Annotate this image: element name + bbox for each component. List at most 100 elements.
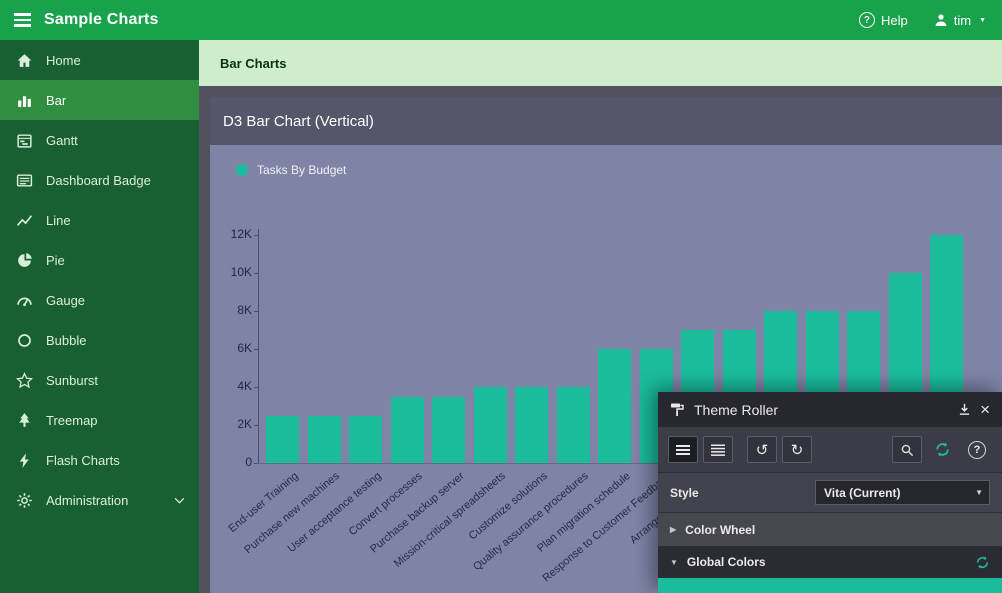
style-label: Style xyxy=(670,486,699,500)
question-icon: ? xyxy=(968,441,986,459)
section-expanded-caret-icon: ▼ xyxy=(670,558,678,567)
style-dropdown-value: Vita (Current) xyxy=(824,486,900,500)
bar[interactable] xyxy=(515,387,548,463)
sidebar-item-treemap[interactable]: Treemap xyxy=(0,400,199,440)
sidebar-item-dashboard-badge[interactable]: Dashboard Badge xyxy=(0,160,199,200)
y-tick-mark xyxy=(254,349,258,350)
home-icon xyxy=(16,52,33,69)
bar[interactable] xyxy=(308,416,341,464)
close-icon[interactable]: × xyxy=(980,401,990,418)
y-tick-mark xyxy=(254,387,258,388)
paint-roller-icon xyxy=(670,402,685,417)
sidebar-item-label: Gantt xyxy=(46,133,78,148)
theme-roller-title: Theme Roller xyxy=(694,402,778,418)
sidebar-item-flash-charts[interactable]: Flash Charts xyxy=(0,440,199,480)
bar-chart-icon xyxy=(16,92,33,109)
sidebar-item-pie[interactable]: Pie xyxy=(0,240,199,280)
page-header: Bar Charts xyxy=(199,40,1002,86)
style-row: Style Vita (Current) ▼ xyxy=(658,473,1002,513)
help-label: Help xyxy=(881,13,908,28)
sidebar-item-gantt[interactable]: Gantt xyxy=(0,120,199,160)
bar[interactable] xyxy=(432,397,465,464)
dropdown-caret-icon: ▼ xyxy=(975,488,983,497)
theme-roller-header[interactable]: Theme Roller × xyxy=(658,392,1002,427)
redo-button[interactable]: ↻ xyxy=(782,436,812,463)
y-axis-label: 10K xyxy=(210,265,252,279)
theme-roller-toolbar: ↺ ↻ ? xyxy=(658,427,1002,473)
sidebar-item-label: Treemap xyxy=(46,413,98,428)
topbar: Sample Charts ? Help tim ▼ xyxy=(0,0,1002,40)
sync-icon xyxy=(934,441,951,458)
chart-legend[interactable]: Tasks By Budget xyxy=(236,163,346,177)
y-tick-mark xyxy=(254,425,258,426)
bar[interactable] xyxy=(557,387,590,463)
gantt-icon xyxy=(16,132,33,149)
sidebar: Home Bar Gantt Dashboard Badge Line Pie … xyxy=(0,40,199,593)
refresh-icon[interactable] xyxy=(975,555,990,570)
legend-label: Tasks By Budget xyxy=(257,163,346,177)
undo-icon: ↺ xyxy=(756,441,769,459)
y-tick-mark xyxy=(254,273,258,274)
line-chart-icon xyxy=(16,212,33,229)
sync-button[interactable] xyxy=(927,436,957,463)
sidebar-item-administration[interactable]: Administration xyxy=(0,480,199,520)
sidebar-item-bar[interactable]: Bar xyxy=(0,80,199,120)
theme-roller-panel: Theme Roller × ↺ ↻ ? Style Vit xyxy=(658,392,1002,593)
theme-help-button[interactable]: ? xyxy=(962,436,992,463)
sidebar-item-line[interactable]: Line xyxy=(0,200,199,240)
sidebar-item-gauge[interactable]: Gauge xyxy=(0,280,199,320)
section-label: Global Colors xyxy=(687,555,766,569)
section-label: Color Wheel xyxy=(685,523,755,537)
x-axis-label: End-user Training xyxy=(226,470,300,535)
y-tick-mark xyxy=(254,463,258,464)
sidebar-item-bubble[interactable]: Bubble xyxy=(0,320,199,360)
treemap-icon xyxy=(16,412,33,429)
global-color-swatch[interactable] xyxy=(658,578,1002,593)
section-color-wheel[interactable]: ▶ Color Wheel xyxy=(658,513,1002,547)
sidebar-item-label: Bar xyxy=(46,93,66,108)
y-axis-label: 4K xyxy=(210,379,252,393)
search-icon xyxy=(900,443,914,457)
user-icon xyxy=(934,13,948,27)
section-global-colors[interactable]: ▼ Global Colors xyxy=(658,547,1002,578)
bar[interactable] xyxy=(349,416,382,464)
sidebar-item-label: Dashboard Badge xyxy=(46,173,151,188)
bar[interactable] xyxy=(598,349,631,463)
y-axis-label: 12K xyxy=(210,227,252,241)
y-axis-label: 6K xyxy=(210,341,252,355)
administration-icon xyxy=(16,492,33,509)
help-button[interactable]: ? Help xyxy=(859,12,908,28)
gauge-icon xyxy=(16,292,33,309)
sidebar-item-sunburst[interactable]: Sunburst xyxy=(0,360,199,400)
help-icon: ? xyxy=(859,12,875,28)
bar[interactable] xyxy=(266,416,299,464)
search-button[interactable] xyxy=(892,436,922,463)
list-detailed-button[interactable] xyxy=(703,436,733,463)
caret-down-icon: ▼ xyxy=(979,17,986,24)
sidebar-item-label: Bubble xyxy=(46,333,86,348)
y-axis-label: 0 xyxy=(210,455,252,469)
page-title: Bar Charts xyxy=(220,56,286,71)
style-dropdown[interactable]: Vita (Current) ▼ xyxy=(815,480,990,505)
app-title: Sample Charts xyxy=(44,11,159,29)
user-name: tim xyxy=(954,13,971,28)
sidebar-item-label: Gauge xyxy=(46,293,85,308)
undo-button[interactable]: ↺ xyxy=(747,436,777,463)
dashboard-badge-icon xyxy=(16,172,33,189)
flash-charts-icon xyxy=(16,452,33,469)
y-axis-line xyxy=(258,229,259,463)
y-axis-label: 8K xyxy=(210,303,252,317)
user-menu[interactable]: tim ▼ xyxy=(934,13,986,28)
sunburst-icon xyxy=(16,372,33,389)
x-axis-label: Convert processes xyxy=(347,470,425,538)
download-icon[interactable] xyxy=(958,403,971,416)
y-axis-label: 2K xyxy=(210,417,252,431)
sidebar-item-label: Flash Charts xyxy=(46,453,120,468)
chart-panel-header: D3 Bar Chart (Vertical) xyxy=(210,97,1002,145)
sidebar-item-label: Line xyxy=(46,213,71,228)
hamburger-menu-icon[interactable] xyxy=(0,0,44,40)
sidebar-item-home[interactable]: Home xyxy=(0,40,199,80)
bar[interactable] xyxy=(391,397,424,464)
bar[interactable] xyxy=(474,387,507,463)
list-compact-button[interactable] xyxy=(668,436,698,463)
